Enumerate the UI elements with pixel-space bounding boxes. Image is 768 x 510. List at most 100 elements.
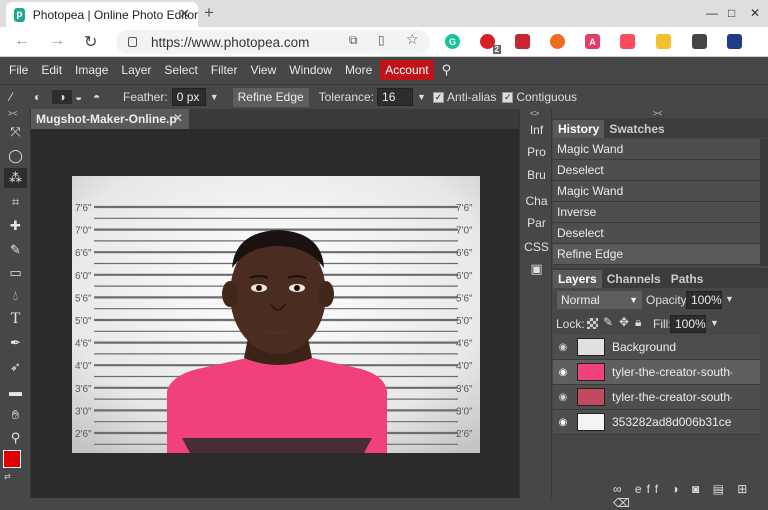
selection-intersect-icon[interactable]: ◓ <box>93 90 111 104</box>
new-group-icon[interactable]: ▤ <box>713 482 729 496</box>
visibility-eye-icon[interactable]: ◉ <box>553 367 573 378</box>
open-external-icon[interactable]: ⧉ <box>349 33 358 48</box>
extension-dark-icon[interactable] <box>692 34 707 49</box>
menu-image[interactable]: Image <box>70 60 113 80</box>
fill-input[interactable]: 100% <box>670 315 706 333</box>
lock-position-icon[interactable]: ✥ <box>619 315 629 329</box>
canvas-area[interactable]: 7'6" 7'0" 6'6" 6'0" 5'6" 5'0" 4'6" 4'0" 3'6" 3'0"… <box>31 129 519 498</box>
extension-red-icon[interactable] <box>515 34 530 49</box>
extension-pink-icon[interactable] <box>620 34 635 49</box>
window-close-icon[interactable]: ✕ <box>750 6 760 20</box>
page-icon[interactable]: ▯ <box>378 33 385 47</box>
extension-a-icon[interactable]: A <box>585 34 600 49</box>
menu-select[interactable]: Select <box>159 60 202 80</box>
swap-colors-icon[interactable]: ⇄ <box>4 472 11 481</box>
mugshot-image[interactable]: 7'6" 7'0" 6'6" 6'0" 5'6" 5'0" 4'6" 4'0" 3'6" 3'0"… <box>72 176 480 453</box>
collapse-arrows-icon[interactable]: >< <box>8 109 17 118</box>
menu-view[interactable]: View <box>245 60 281 80</box>
tolerance-input[interactable]: 16 <box>377 88 414 106</box>
delete-layer-icon[interactable]: ⌫ <box>613 496 635 510</box>
extension-colorful-icon[interactable] <box>656 34 671 49</box>
move-tool-icon[interactable]: ⤧ <box>4 122 27 142</box>
crop-tool-icon[interactable]: ⌗ <box>4 192 27 212</box>
history-item[interactable]: Magic Wand <box>553 181 760 202</box>
blur-tool-icon[interactable]: 💧︎ <box>4 286 27 306</box>
tab-channels[interactable]: Channels <box>602 270 666 288</box>
new-tab-button[interactable]: + <box>204 3 214 23</box>
layer-effects-button[interactable]: eff <box>635 482 663 496</box>
layer-row[interactable]: ◉ tyler-the-creator-south-b <box>553 385 760 410</box>
history-item[interactable]: Deselect <box>553 223 760 244</box>
layer-row[interactable]: ◉ Background <box>553 335 760 360</box>
gradient-tool-icon[interactable]: ▭ <box>4 263 27 283</box>
grammarly-extension-icon[interactable]: G <box>445 34 460 49</box>
document-tab[interactable]: Mugshot-Maker-Online.p ✕ <box>31 109 189 129</box>
visibility-eye-icon[interactable]: ◉ <box>553 417 573 428</box>
menu-filter[interactable]: Filter <box>206 60 243 80</box>
paragraph-panel-button[interactable]: Par <box>520 212 553 234</box>
hand-tool-icon[interactable]: ✋︎ <box>4 405 27 425</box>
layer-row[interactable]: ◉ 353282ad8d006b31ce51 <box>553 410 760 435</box>
adjustment-layer-icon[interactable]: ◑ <box>671 482 683 496</box>
selection-subtract-icon[interactable]: ◒ <box>75 90 93 104</box>
history-item-current[interactable]: Refine Edge <box>553 244 760 265</box>
lasso-tool-icon[interactable]: ◯ <box>4 146 27 166</box>
magic-wand-tool-icon[interactable]: ⁂ <box>4 168 27 188</box>
refine-edge-button[interactable]: Refine Edge <box>232 87 309 107</box>
tab-paths[interactable]: Paths <box>666 270 709 288</box>
lock-all-icon[interactable]: 🔒︎ <box>635 315 641 330</box>
info-panel-button[interactable]: Inf <box>520 119 553 141</box>
history-scrollbar[interactable] <box>760 139 768 266</box>
bookmark-star-icon[interactable]: ☆ <box>406 31 419 48</box>
link-layers-icon[interactable]: ∞ <box>613 482 627 496</box>
properties-panel-button[interactable]: Pro <box>520 141 553 163</box>
feather-dropdown-icon[interactable]: ▼ <box>210 92 219 102</box>
layer-row-selected[interactable]: ◉ tyler-the-creator-south-b <box>553 360 760 385</box>
pen-tool-icon[interactable]: ✒ <box>4 333 27 353</box>
history-item[interactable]: Deselect <box>553 160 760 181</box>
foreground-color-swatch[interactable] <box>3 450 21 468</box>
reload-icon[interactable]: ↻ <box>84 32 97 52</box>
new-layer-icon[interactable]: ⊞ <box>737 482 752 496</box>
search-icon[interactable]: ⚲ <box>437 59 457 81</box>
panel-collapse-icon[interactable]: >< <box>653 109 662 118</box>
maximize-icon[interactable]: □ <box>728 6 735 20</box>
magic-wand-preset-icon[interactable]: ⁄ <box>10 90 30 104</box>
menu-layer[interactable]: Layer <box>116 60 156 80</box>
brush-panel-button[interactable]: Bru <box>520 164 553 186</box>
menu-edit[interactable]: Edit <box>36 60 67 80</box>
tab-history[interactable]: History <box>553 120 605 138</box>
shape-tool-icon[interactable]: ▬ <box>4 381 27 401</box>
blend-mode-select[interactable]: Normal ▼ <box>557 291 642 309</box>
history-item[interactable]: Magic Wand <box>553 139 760 160</box>
menu-account[interactable]: Account <box>380 60 434 80</box>
tolerance-dropdown-icon[interactable]: ▼ <box>417 92 426 102</box>
document-close-icon[interactable]: ✕ <box>173 111 183 125</box>
menu-more[interactable]: More <box>340 60 377 80</box>
css-panel-button[interactable]: CSS <box>520 236 553 258</box>
selection-add-icon[interactable]: ◑ <box>52 90 72 104</box>
layer-mask-icon[interactable]: ◙ <box>692 482 704 496</box>
minimize-icon[interactable]: — <box>706 6 718 20</box>
extension-monitor-icon[interactable] <box>727 34 742 49</box>
menu-file[interactable]: File <box>4 60 33 80</box>
selection-new-icon[interactable]: ◐ <box>34 90 52 104</box>
fill-dropdown-icon[interactable]: ▼ <box>710 318 719 328</box>
expand-arrows-icon[interactable]: <> <box>530 109 539 118</box>
type-tool-icon[interactable]: T <box>4 309 27 329</box>
visibility-eye-icon[interactable]: ◉ <box>553 342 573 353</box>
tab-layers[interactable]: Layers <box>553 270 602 288</box>
forward-arrow-icon[interactable]: → <box>49 32 65 50</box>
opacity-dropdown-icon[interactable]: ▼ <box>725 294 734 304</box>
visibility-eye-icon[interactable]: ◉ <box>553 392 573 403</box>
history-item[interactable]: Inverse <box>553 202 760 223</box>
path-select-tool-icon[interactable]: ➶ <box>4 357 27 377</box>
lock-transparency-icon[interactable] <box>587 318 598 329</box>
lock-paint-icon[interactable]: ✎ <box>603 315 613 329</box>
anti-alias-checkbox[interactable]: ✓ <box>432 91 444 103</box>
opacity-input[interactable]: 100% <box>686 291 722 309</box>
adblock-extension-icon[interactable]: 2 <box>480 34 501 54</box>
tab-close-icon[interactable]: ✕ <box>179 6 190 22</box>
back-arrow-icon[interactable]: ← <box>14 32 30 50</box>
browser-tab[interactable]: p Photopea | Online Photo Editor ✕ <box>6 2 198 27</box>
